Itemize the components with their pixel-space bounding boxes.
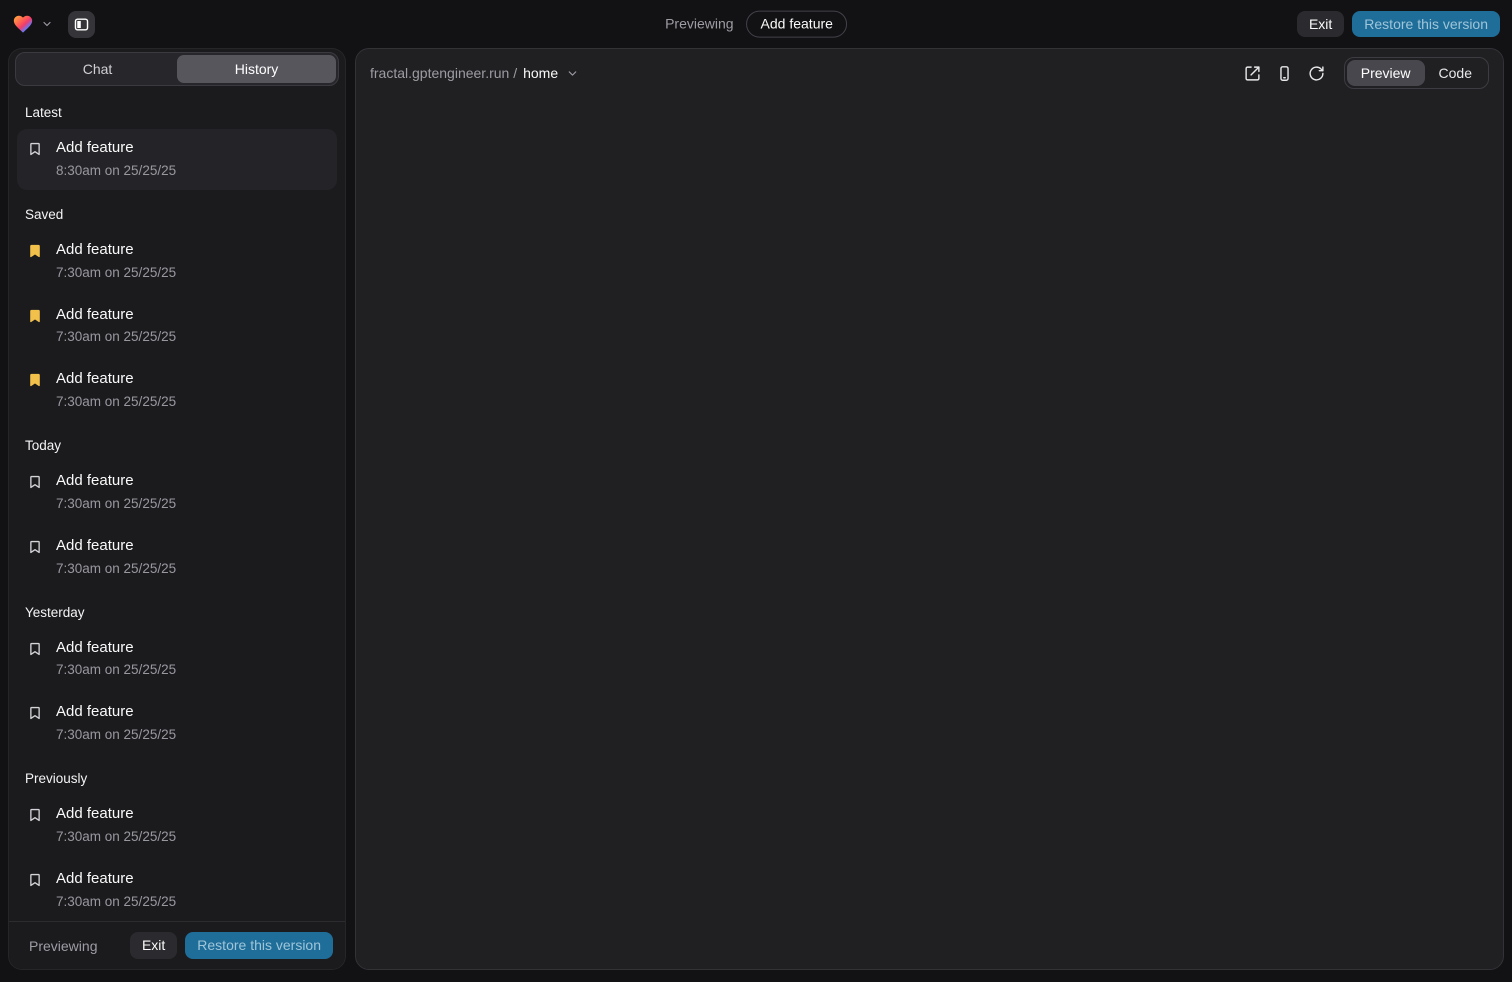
refresh-icon — [1308, 65, 1325, 82]
history-item[interactable]: Add feature 7:30am on 25/25/25 — [17, 629, 337, 690]
history-item-text: Add feature 7:30am on 25/25/25 — [56, 805, 176, 844]
preview-header: fractal.gptengineer.run / home — [356, 49, 1503, 97]
bookmark-icon — [27, 308, 43, 324]
section-title: Today — [17, 425, 337, 462]
url-page: home — [523, 65, 558, 81]
history-item[interactable]: Add feature 7:30am on 25/25/25 — [17, 527, 337, 588]
footer-restore-version-button[interactable]: Restore this version — [185, 932, 333, 959]
history-item-title: Add feature — [56, 805, 176, 824]
section-title: Yesterday — [17, 592, 337, 629]
history-list: Latest Add feature 8:30am on 25/25/25 Sa… — [9, 86, 345, 921]
history-section: Yesterday Add feature 7:30am on 25/25/25… — [17, 592, 337, 755]
history-item-text: Add feature 7:30am on 25/25/25 — [56, 472, 176, 511]
section-title: Latest — [17, 92, 337, 129]
bookmark-icon — [27, 243, 43, 259]
tab-history[interactable]: History — [177, 55, 336, 83]
restore-version-button[interactable]: Restore this version — [1352, 11, 1500, 38]
history-item-time: 7:30am on 25/25/25 — [56, 894, 176, 909]
history-item-text: Add feature 7:30am on 25/25/25 — [56, 306, 176, 345]
history-item-text: Add feature 7:30am on 25/25/25 — [56, 639, 176, 678]
footer-exit-button[interactable]: Exit — [130, 932, 177, 959]
sidebar-panel-icon — [73, 16, 90, 33]
history-item-time: 7:30am on 25/25/25 — [56, 561, 176, 576]
previewing-label: Previewing — [665, 16, 733, 32]
chevron-down-icon — [566, 67, 579, 80]
history-item-time: 8:30am on 25/25/25 — [56, 163, 176, 178]
section-items: Add feature 8:30am on 25/25/25 — [17, 129, 337, 190]
sidebar: Chat History Latest Add feature 8:30am o… — [8, 48, 346, 970]
section-items: Add feature 7:30am on 25/25/25 Add featu… — [17, 795, 337, 921]
history-item-time: 7:30am on 25/25/25 — [56, 662, 176, 677]
preview-panel: fractal.gptengineer.run / home — [355, 48, 1504, 970]
history-section: Saved Add feature 7:30am on 25/25/25 Add… — [17, 194, 337, 421]
lovable-heart-logo[interactable] — [12, 13, 34, 35]
history-item-text: Add feature 7:30am on 25/25/25 — [56, 703, 176, 742]
history-item-title: Add feature — [56, 537, 176, 556]
history-item-text: Add feature 7:30am on 25/25/25 — [56, 241, 176, 280]
history-section: Today Add feature 7:30am on 25/25/25 Add… — [17, 425, 337, 588]
history-item[interactable]: Add feature 8:30am on 25/25/25 — [17, 129, 337, 190]
history-item-title: Add feature — [56, 870, 176, 889]
history-item-time: 7:30am on 25/25/25 — [56, 265, 176, 280]
history-item[interactable]: Add feature 7:30am on 25/25/25 — [17, 693, 337, 754]
bookmark-icon — [27, 539, 43, 555]
history-item[interactable]: Add feature 7:30am on 25/25/25 — [17, 860, 337, 921]
history-item-text: Add feature 7:30am on 25/25/25 — [56, 870, 176, 909]
section-items: Add feature 7:30am on 25/25/25 Add featu… — [17, 629, 337, 755]
history-item-time: 7:30am on 25/25/25 — [56, 727, 176, 742]
history-item-title: Add feature — [56, 241, 176, 260]
open-in-new-window-icon — [1244, 65, 1261, 82]
section-title: Saved — [17, 194, 337, 231]
history-item-title: Add feature — [56, 639, 176, 658]
history-item[interactable]: Add feature 7:30am on 25/25/25 — [17, 360, 337, 421]
bookmark-icon — [27, 872, 43, 888]
history-item[interactable]: Add feature 7:30am on 25/25/25 — [17, 795, 337, 856]
section-items: Add feature 7:30am on 25/25/25 Add featu… — [17, 462, 337, 588]
bookmark-icon — [27, 641, 43, 657]
exit-button[interactable]: Exit — [1297, 11, 1344, 38]
history-item[interactable]: Add feature 7:30am on 25/25/25 — [17, 296, 337, 357]
bookmark-icon — [27, 372, 43, 388]
bookmark-icon — [27, 474, 43, 490]
history-section: Latest Add feature 8:30am on 25/25/25 — [17, 92, 337, 190]
bookmark-icon — [27, 807, 43, 823]
history-item-title: Add feature — [56, 139, 176, 158]
history-item-title: Add feature — [56, 703, 176, 722]
history-item-title: Add feature — [56, 306, 176, 325]
topbar: Previewing Add feature Exit Restore this… — [0, 0, 1512, 48]
history-item-time: 7:30am on 25/25/25 — [56, 829, 176, 844]
chevron-down-icon[interactable] — [41, 18, 53, 30]
view-toggle: Preview Code — [1344, 57, 1489, 89]
history-item[interactable]: Add feature 7:30am on 25/25/25 — [17, 462, 337, 523]
history-item-title: Add feature — [56, 370, 176, 389]
refresh-button[interactable] — [1304, 60, 1330, 86]
tab-preview[interactable]: Preview — [1347, 60, 1425, 86]
tab-code[interactable]: Code — [1425, 60, 1486, 86]
history-item-text: Add feature 7:30am on 25/25/25 — [56, 370, 176, 409]
history-item-text: Add feature 8:30am on 25/25/25 — [56, 139, 176, 178]
section-title: Previously — [17, 758, 337, 795]
open-in-new-window-button[interactable] — [1240, 60, 1266, 86]
section-items: Add feature 7:30am on 25/25/25 Add featu… — [17, 231, 337, 421]
previewing-status: Previewing — [21, 938, 97, 954]
version-pill[interactable]: Add feature — [747, 11, 847, 38]
history-item-title: Add feature — [56, 472, 176, 491]
bookmark-icon — [27, 705, 43, 721]
mobile-preview-button[interactable] — [1272, 60, 1298, 86]
chat-history-tabs: Chat History — [15, 52, 339, 86]
mobile-preview-icon — [1276, 65, 1293, 82]
sidebar-toggle-button[interactable] — [68, 11, 95, 38]
history-item-time: 7:30am on 25/25/25 — [56, 496, 176, 511]
bookmark-icon — [27, 141, 43, 157]
history-item[interactable]: Add feature 7:30am on 25/25/25 — [17, 231, 337, 292]
url-host: fractal.gptengineer.run / — [370, 65, 517, 81]
history-item-text: Add feature 7:30am on 25/25/25 — [56, 537, 176, 576]
preview-content — [356, 97, 1503, 969]
tab-chat[interactable]: Chat — [18, 55, 177, 83]
history-item-time: 7:30am on 25/25/25 — [56, 329, 176, 344]
history-item-time: 7:30am on 25/25/25 — [56, 394, 176, 409]
sidebar-footer: Previewing Exit Restore this version — [9, 921, 345, 969]
preview-url-breadcrumb[interactable]: fractal.gptengineer.run / home — [370, 65, 579, 81]
history-section: Previously Add feature 7:30am on 25/25/2… — [17, 758, 337, 921]
